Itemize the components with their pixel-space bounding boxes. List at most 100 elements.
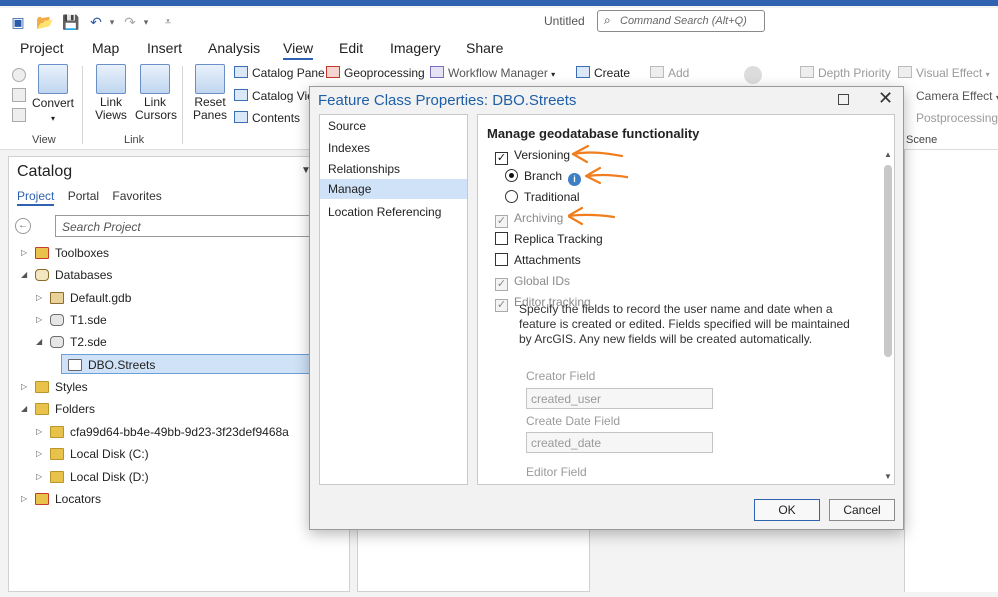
catalog-tab-favorites[interactable]: Favorites — [112, 189, 161, 203]
scrollbar[interactable]: ▲ ▼ — [882, 149, 894, 484]
camera-effect-button[interactable]: Camera Effect ▾ — [916, 89, 998, 103]
tree-item-styles[interactable]: ▷ Styles — [21, 377, 88, 397]
branch-label: Branch — [524, 169, 563, 183]
checkbox-unchecked[interactable] — [495, 253, 508, 266]
depth-priority-button[interactable]: Depth Priority — [800, 66, 891, 80]
tree-label: Toolboxes — [55, 246, 110, 260]
archiving-label: Archiving — [514, 211, 564, 225]
tab-view[interactable]: View — [283, 40, 314, 60]
expand-icon[interactable]: ▷ — [36, 444, 48, 464]
add-button[interactable]: Add — [650, 66, 689, 80]
global-ids-label: Global IDs — [514, 274, 571, 288]
tab-map[interactable]: Map — [92, 40, 119, 56]
checkbox-checked[interactable]: ✓ — [495, 152, 508, 165]
tab-edit[interactable]: Edit — [339, 40, 363, 56]
customize-toolbar-icon[interactable]: ⩡ — [160, 14, 176, 30]
expand-icon[interactable]: ▷ — [36, 310, 48, 330]
close-icon[interactable]: ✕ — [878, 89, 893, 107]
radio-selected[interactable] — [505, 169, 518, 182]
catalog-tab-project[interactable]: Project — [17, 189, 55, 206]
scroll-up-icon[interactable]: ▲ — [882, 149, 894, 161]
archiving-checkbox[interactable]: ✓ Archiving — [495, 211, 563, 228]
collapse-icon[interactable]: ◢ — [21, 265, 33, 285]
maximize-icon[interactable] — [838, 94, 849, 105]
checkbox-unchecked[interactable] — [495, 232, 508, 245]
scroll-thumb[interactable] — [884, 165, 892, 357]
tab-share[interactable]: Share — [466, 40, 503, 56]
tree-item-folders[interactable]: ◢ Folders — [21, 399, 95, 419]
link-views-button[interactable]: Link Views — [90, 64, 132, 122]
nav-item-source[interactable]: Source — [320, 116, 467, 136]
checkbox-checked-disabled[interactable]: ✓ — [495, 215, 508, 228]
nav-item-manage[interactable]: Manage — [320, 179, 467, 199]
nav-item-indexes[interactable]: Indexes — [320, 138, 467, 158]
back-icon[interactable]: ← — [15, 218, 31, 234]
scroll-down-icon[interactable]: ▼ — [882, 471, 894, 483]
visual-effect-button[interactable]: Visual Effect ▾ — [898, 66, 990, 80]
checkbox-checked-disabled[interactable]: ✓ — [495, 278, 508, 291]
visual-effect-label: Visual Effect — [916, 66, 983, 80]
tree-item-dbo-streets[interactable]: DBO.Streets — [61, 354, 311, 374]
collapse-icon[interactable]: ◢ — [36, 332, 48, 352]
nav-item-relationships[interactable]: Relationships — [320, 159, 467, 179]
catalog-tab-portal[interactable]: Portal — [68, 189, 99, 203]
expand-icon[interactable]: ▷ — [21, 243, 33, 263]
quick-access-toolbar: ▣ 📂 💾 ↶ ▾ ↷ ▾ ⩡ Untitled ⌕ Command Searc… — [0, 8, 998, 36]
app-title: Untitled — [544, 14, 585, 28]
tab-project[interactable]: Project — [20, 40, 64, 56]
expand-icon[interactable]: ▷ — [36, 467, 48, 487]
tab-insert[interactable]: Insert — [147, 40, 182, 56]
tree-item-local-disk-d[interactable]: ▷ Local Disk (D:) — [36, 467, 149, 487]
undo-icon[interactable]: ↶ — [88, 14, 104, 30]
tree-item-toolboxes[interactable]: ▷ Toolboxes — [21, 243, 109, 263]
expand-icon[interactable]: ▷ — [21, 377, 33, 397]
cancel-button[interactable]: Cancel — [829, 499, 895, 521]
tab-analysis[interactable]: Analysis — [208, 40, 260, 56]
people-icon[interactable] — [12, 88, 26, 102]
editor-tracking-description: Specify the fields to record the user na… — [519, 302, 850, 346]
postprocessing-button[interactable]: Postprocessing E — [916, 111, 998, 125]
tree-item-locators[interactable]: ▷ Locators — [21, 489, 101, 509]
nav-item-location-referencing[interactable]: Location Referencing — [320, 202, 467, 222]
expand-icon[interactable]: ▷ — [21, 489, 33, 509]
global-ids-checkbox[interactable]: ✓ Global IDs — [495, 274, 570, 291]
convert-button[interactable]: Convert ▾ — [30, 64, 76, 124]
layout-icon[interactable] — [12, 108, 26, 122]
open-folder-icon[interactable]: 📂 — [36, 14, 53, 30]
redo-icon[interactable]: ↷ — [122, 14, 138, 30]
convert-label: Convert — [31, 96, 75, 110]
create-date-field-input[interactable]: created_date — [526, 432, 713, 453]
tree-item-databases[interactable]: ◢ Databases — [21, 265, 112, 285]
ok-button[interactable]: OK — [754, 499, 820, 521]
tree-item-default-gdb[interactable]: ▷ Default.gdb — [36, 288, 131, 308]
attachments-checkbox[interactable]: Attachments — [495, 253, 581, 267]
tree-item-t1-sde[interactable]: ▷ T1.sde — [36, 310, 107, 330]
tree-label: Folders — [55, 402, 96, 416]
radio-unselected[interactable] — [505, 190, 518, 203]
versioning-checkbox[interactable]: ✓ Versioning — [495, 148, 570, 165]
tree-item-local-disk-c[interactable]: ▷ Local Disk (C:) — [36, 444, 149, 464]
command-search-input[interactable]: ⌕ Command Search (Alt+Q) — [597, 10, 765, 32]
workflow-manager-button[interactable]: Workflow Manager ▾ — [430, 66, 555, 80]
create-button[interactable]: Create — [576, 66, 630, 80]
tree-label: Local Disk (C:) — [70, 447, 149, 461]
reset-panes-button[interactable]: Reset Panes — [188, 64, 232, 122]
redo-dropdown-icon[interactable]: ▾ — [138, 14, 154, 30]
expand-icon[interactable]: ▷ — [36, 422, 48, 442]
tab-imagery[interactable]: Imagery — [390, 40, 441, 56]
catalog-view-button[interactable]: Catalog Vie — [234, 89, 314, 103]
creator-field-input[interactable]: created_user — [526, 388, 713, 409]
tree-item-cfa-folder[interactable]: ▷ cfa99d64-bb4e-49bb-9d23-3f23def9468a — [36, 422, 289, 442]
globe-icon[interactable] — [12, 68, 26, 82]
expand-icon[interactable]: ▷ — [36, 288, 48, 308]
undo-dropdown-icon[interactable]: ▾ — [104, 14, 120, 30]
link-cursors-button[interactable]: Link Cursors — [134, 64, 177, 122]
contents-button[interactable]: Contents — [234, 111, 300, 125]
checkbox-checked-disabled[interactable]: ✓ — [495, 299, 508, 312]
tree-item-t2-sde[interactable]: ◢ T2.sde — [36, 332, 107, 352]
catalog-pane-button[interactable]: Catalog Pane — [234, 66, 325, 80]
collapse-icon[interactable]: ◢ — [21, 399, 33, 419]
save-icon[interactable]: 💾 — [62, 14, 79, 30]
geoprocessing-button[interactable]: Geoprocessing — [326, 66, 425, 80]
new-project-icon[interactable]: ▣ — [10, 14, 26, 30]
